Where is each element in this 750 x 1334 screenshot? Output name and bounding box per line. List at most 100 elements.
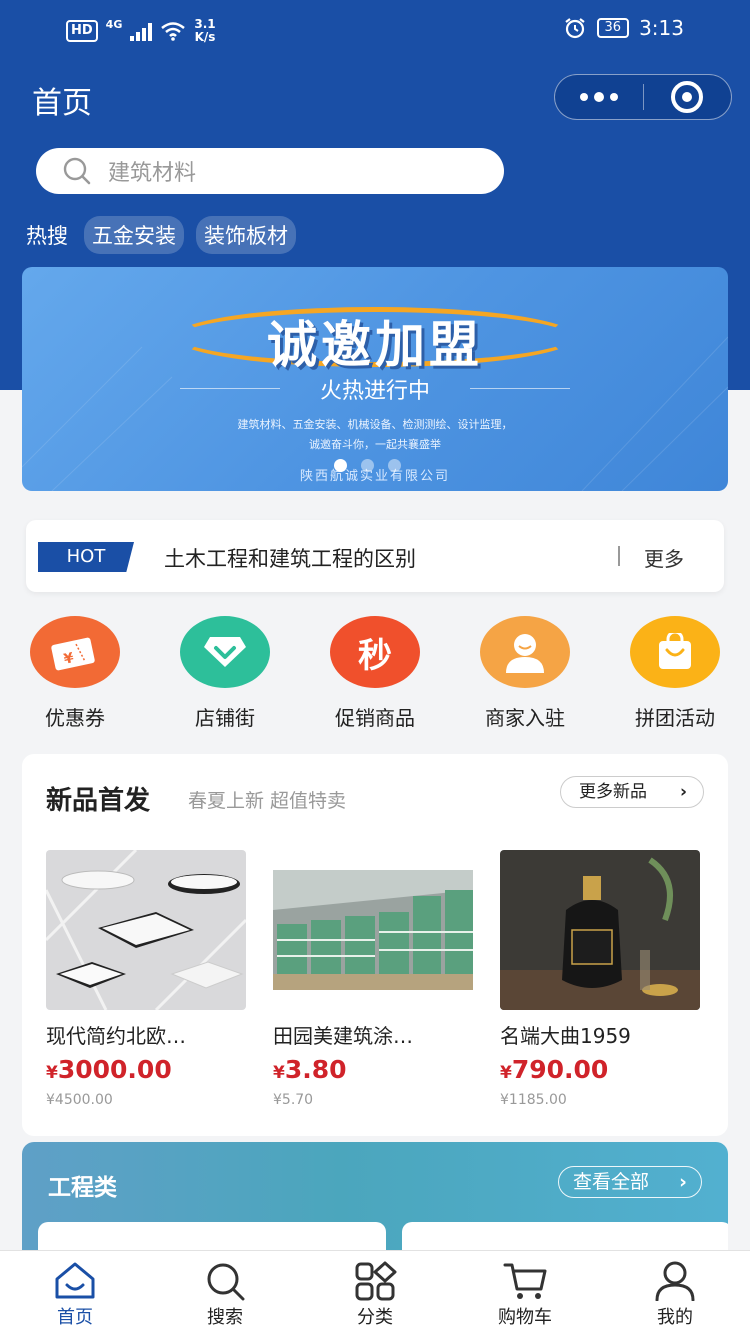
tab-profile[interactable]: 我的 <box>600 1261 750 1329</box>
search-placeholder: 建筑材料 <box>108 161 197 186</box>
search-bar[interactable]: 建筑材料 <box>36 148 504 194</box>
banner-description: 建筑材料、五金安装、机械设备、检测测绘、设计监理， 诚邀奋斗你，一起共襄盛举 <box>22 415 728 455</box>
signal-icon <box>130 21 153 41</box>
cart-icon <box>503 1263 547 1299</box>
tab-label: 分类 <box>357 1307 393 1328</box>
tab-search[interactable]: 搜索 <box>150 1261 300 1329</box>
quick-entry-group-buy[interactable]: 拼团活动 <box>600 616 750 731</box>
search-icon <box>207 1263 245 1301</box>
carousel-dot[interactable] <box>388 459 401 472</box>
flash-sale-icon: 秒 <box>330 616 420 688</box>
news-more-link[interactable]: 更多 <box>644 543 684 572</box>
price-value: 790.00 <box>511 1055 609 1084</box>
home-icon <box>55 1262 95 1299</box>
tab-cart[interactable]: 购物车 <box>450 1261 600 1329</box>
quick-entry-label: 商家入驻 <box>485 706 565 730</box>
close-mini-program-button[interactable] <box>644 75 732 119</box>
product-name: 现代简约北欧… <box>46 1024 186 1048</box>
product-original-price: ¥1185.00 <box>500 1092 567 1108</box>
network-type: 4G <box>105 18 123 31</box>
section-title: 工程类 <box>48 1175 117 1201</box>
quick-entry-label: 拼团活动 <box>635 706 715 730</box>
diamond-store-icon <box>180 616 270 688</box>
product-image-paint-buckets <box>273 850 473 1010</box>
carousel-indicator <box>334 459 401 472</box>
chevron-right-icon: › <box>679 1171 687 1193</box>
divider <box>618 546 620 566</box>
status-bar: HD 4G 3.1 K/s 36 3:13 <box>0 0 750 60</box>
product-price: ¥3000.00 <box>46 1055 246 1084</box>
quick-entry-merchant[interactable]: 商家入驻 <box>450 616 600 731</box>
merchant-person-icon <box>480 616 570 688</box>
new-products-section: 新品首发 春夏上新 超值特卖 更多新品 › 现代简约北欧… ¥3000.00 ¥… <box>22 754 728 1136</box>
tab-label: 购物车 <box>498 1307 552 1328</box>
hot-search-label: 热搜 <box>26 224 68 248</box>
currency-symbol: ¥ <box>500 1063 512 1083</box>
category-icon <box>355 1261 397 1301</box>
network-speed: 3.1 K/s <box>194 18 215 44</box>
news-headline[interactable]: 土木工程和建筑工程的区别 <box>164 543 416 573</box>
bottom-tab-bar: 首页 搜索 分类 购物车 我的 <box>0 1250 750 1334</box>
more-menu-button[interactable] <box>555 75 643 119</box>
quick-entry-grid: ¥ 优惠券 店铺街 秒 促销商品 商家入驻 拼团活动 <box>0 616 750 736</box>
currency-symbol: ¥ <box>273 1063 285 1083</box>
product-image-liquor-bottle <box>500 850 700 1010</box>
more-label: 更多新品 <box>579 782 647 802</box>
product-name: 田园美建筑涂… <box>273 1024 413 1048</box>
price-value: 3.80 <box>284 1055 347 1084</box>
quick-entry-stores[interactable]: 店铺街 <box>150 616 300 731</box>
section-title: 新品首发 <box>46 786 151 816</box>
promo-banner[interactable]: 诚邀加盟 火热进行中 建筑材料、五金安装、机械设备、检测测绘、设计监理， 诚邀奋… <box>22 267 728 491</box>
group-bag-icon <box>630 616 720 688</box>
tab-label: 我的 <box>657 1307 693 1328</box>
product-original-price: ¥4500.00 <box>46 1092 113 1108</box>
view-all-button[interactable]: 查看全部 › <box>558 1166 702 1198</box>
coupon-ticket-icon: ¥ <box>30 616 120 688</box>
hot-search-row: 热搜 五金安装 装饰板材 <box>26 216 296 254</box>
banner-title: 诚邀加盟 <box>267 316 483 374</box>
product-card[interactable]: 田园美建筑涂… ¥3.80 ¥5.70 <box>273 850 473 1108</box>
hd-badge: HD <box>66 20 98 42</box>
profile-icon <box>655 1261 695 1301</box>
mini-program-capsule <box>554 74 732 120</box>
quick-entry-label: 优惠券 <box>45 706 105 730</box>
quick-entry-coupon[interactable]: ¥ 优惠券 <box>0 616 150 731</box>
more-new-products-button[interactable]: 更多新品 › <box>560 776 704 808</box>
product-price: ¥3.80 <box>273 1055 473 1084</box>
banner-subtitle: 火热进行中 <box>319 379 430 404</box>
view-all-label: 查看全部 <box>573 1171 650 1193</box>
hot-tag[interactable]: 装饰板材 <box>196 216 296 254</box>
more-dots-icon <box>579 91 618 102</box>
product-card[interactable]: 现代简约北欧… ¥3000.00 ¥4500.00 <box>46 850 246 1108</box>
chevron-right-icon: › <box>679 782 687 802</box>
target-icon <box>671 81 704 113</box>
product-original-price: ¥5.70 <box>273 1092 314 1108</box>
banner-desc-line: 建筑材料、五金安装、机械设备、检测测绘、设计监理， <box>237 418 513 431</box>
engineering-section: 工程类 查看全部 › <box>22 1142 728 1262</box>
alarm-icon <box>564 18 585 39</box>
section-subtitle: 春夏上新 超值特卖 <box>188 790 347 812</box>
quick-entry-label: 促销商品 <box>335 706 415 730</box>
clock: 3:13 <box>639 16 684 40</box>
tab-label: 搜索 <box>207 1307 243 1328</box>
quick-entry-flash-sale[interactable]: 秒 促销商品 <box>300 616 450 731</box>
carousel-dot[interactable] <box>334 459 347 472</box>
currency-symbol: ¥ <box>46 1063 58 1083</box>
product-price: ¥790.00 <box>500 1055 700 1084</box>
news-ticker[interactable]: HOT 土木工程和建筑工程的区别 更多 <box>26 520 724 592</box>
page-title: 首页 <box>32 86 92 121</box>
hot-badge: HOT <box>38 542 134 572</box>
battery-icon: 36 <box>596 18 630 38</box>
wifi-icon <box>161 22 186 41</box>
carousel-dot[interactable] <box>361 459 374 472</box>
product-card[interactable]: 名端大曲1959 ¥790.00 ¥1185.00 <box>500 850 700 1108</box>
hot-tag[interactable]: 五金安装 <box>84 216 184 254</box>
tab-home[interactable]: 首页 <box>0 1261 150 1329</box>
price-value: 3000.00 <box>57 1055 172 1084</box>
banner-desc-line: 诚邀奋斗你，一起共襄盛举 <box>309 438 441 451</box>
search-icon <box>63 157 91 185</box>
quick-entry-label: 店铺街 <box>195 706 255 730</box>
product-image-ceiling-lamps <box>46 850 246 1010</box>
tab-category[interactable]: 分类 <box>300 1261 450 1329</box>
speed-unit: K/s <box>194 30 216 44</box>
